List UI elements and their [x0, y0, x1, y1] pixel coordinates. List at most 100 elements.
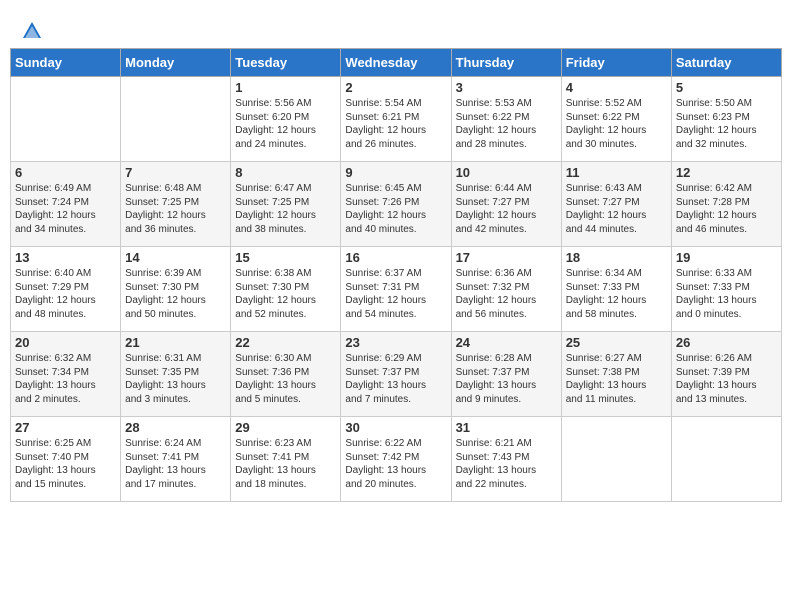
day-info: Sunrise: 6:37 AM Sunset: 7:31 PM Dayligh…: [345, 267, 446, 321]
day-info: Sunrise: 6:21 AM Sunset: 7:43 PM Dayligh…: [456, 437, 557, 491]
day-number: 21: [125, 335, 226, 350]
day-number: 1: [235, 80, 336, 95]
calendar-day-cell: 17Sunrise: 6:36 AM Sunset: 7:32 PM Dayli…: [451, 247, 561, 332]
day-info: Sunrise: 6:25 AM Sunset: 7:40 PM Dayligh…: [15, 437, 116, 491]
calendar-week-row: 20 Sunrise: 6:32 AM Sunset: 7:34 PM Dayli…: [11, 332, 782, 417]
day-info: Sunrise: 6:40 AM Sunset: 7:29 PM Dayligh…: [15, 267, 116, 321]
day-number: 8: [235, 165, 336, 180]
day-number: 28: [125, 420, 226, 435]
day-info: Sunrise: 6:26 AM Sunset: 7:39 PM Dayligh…: [676, 352, 777, 406]
calendar-day-cell: 8 Sunrise: 6:47 AM Sunset: 7:25 PM Daylig…: [231, 162, 341, 247]
day-number: 25: [566, 335, 667, 350]
calendar-day-cell: 15Sunrise: 6:38 AM Sunset: 7:30 PM Dayli…: [231, 247, 341, 332]
day-info: Sunrise: 6:43 AM Sunset: 7:27 PM Dayligh…: [566, 182, 667, 236]
day-number: 12: [676, 165, 777, 180]
calendar-day-cell: 16 Sunrise: 6:37 AM Sunset: 7:31 PM Dayli…: [341, 247, 451, 332]
calendar-day-cell: [11, 77, 121, 162]
day-info: Sunrise: 6:33 AM Sunset: 7:33 PM Dayligh…: [676, 267, 777, 321]
calendar-week-row: 13 Sunrise: 6:40 AM Sunset: 7:29 PM Dayli…: [11, 247, 782, 332]
day-number: 31: [456, 420, 557, 435]
day-info: Sunrise: 6:45 AM Sunset: 7:26 PM Dayligh…: [345, 182, 446, 236]
day-number: 11: [566, 165, 667, 180]
day-number: 26: [676, 335, 777, 350]
day-number: 24: [456, 335, 557, 350]
day-info: Sunrise: 6:23 AM Sunset: 7:41 PM Dayligh…: [235, 437, 336, 491]
calendar-day-cell: [671, 417, 781, 502]
day-number: 9: [345, 165, 446, 180]
day-info: Sunrise: 6:42 AM Sunset: 7:28 PM Dayligh…: [676, 182, 777, 236]
calendar-day-cell: 30Sunrise: 6:22 AM Sunset: 7:42 PM Dayli…: [341, 417, 451, 502]
calendar-day-cell: 29 Sunrise: 6:23 AM Sunset: 7:41 PM Dayli…: [231, 417, 341, 502]
calendar-day-cell: 23 Sunrise: 6:29 AM Sunset: 7:37 PM Dayli…: [341, 332, 451, 417]
day-info: Sunrise: 6:27 AM Sunset: 7:38 PM Dayligh…: [566, 352, 667, 406]
day-info: Sunrise: 6:22 AM Sunset: 7:42 PM Dayligh…: [345, 437, 446, 491]
day-info: Sunrise: 6:31 AM Sunset: 7:35 PM Dayligh…: [125, 352, 226, 406]
logo: [20, 20, 44, 38]
calendar-day-cell: [561, 417, 671, 502]
day-number: 4: [566, 80, 667, 95]
day-info: Sunrise: 6:30 AM Sunset: 7:36 PM Dayligh…: [235, 352, 336, 406]
calendar-day-cell: 25 Sunrise: 6:27 AM Sunset: 7:38 PM Dayli…: [561, 332, 671, 417]
calendar-header-friday: Friday: [561, 49, 671, 77]
day-number: 20: [15, 335, 116, 350]
calendar-day-cell: 5Sunrise: 5:50 AM Sunset: 6:23 PM Daylig…: [671, 77, 781, 162]
day-info: Sunrise: 6:29 AM Sunset: 7:37 PM Dayligh…: [345, 352, 446, 406]
calendar-day-cell: 7 Sunrise: 6:48 AM Sunset: 7:25 PM Daylig…: [121, 162, 231, 247]
calendar-header-saturday: Saturday: [671, 49, 781, 77]
calendar-header-tuesday: Tuesday: [231, 49, 341, 77]
calendar-week-row: 1 Sunrise: 5:56 AM Sunset: 6:20 PM Daylig…: [11, 77, 782, 162]
day-info: Sunrise: 6:47 AM Sunset: 7:25 PM Dayligh…: [235, 182, 336, 236]
calendar-day-cell: 22 Sunrise: 6:30 AM Sunset: 7:36 PM Dayli…: [231, 332, 341, 417]
calendar-day-cell: 19Sunrise: 6:33 AM Sunset: 7:33 PM Dayli…: [671, 247, 781, 332]
calendar-header-thursday: Thursday: [451, 49, 561, 77]
day-info: Sunrise: 6:39 AM Sunset: 7:30 PM Dayligh…: [125, 267, 226, 321]
day-info: Sunrise: 6:36 AM Sunset: 7:32 PM Dayligh…: [456, 267, 557, 321]
day-number: 16: [345, 250, 446, 265]
day-info: Sunrise: 6:48 AM Sunset: 7:25 PM Dayligh…: [125, 182, 226, 236]
day-number: 7: [125, 165, 226, 180]
day-info: Sunrise: 6:28 AM Sunset: 7:37 PM Dayligh…: [456, 352, 557, 406]
day-number: 3: [456, 80, 557, 95]
day-number: 6: [15, 165, 116, 180]
calendar-day-cell: 9 Sunrise: 6:45 AM Sunset: 7:26 PM Daylig…: [341, 162, 451, 247]
day-info: Sunrise: 5:56 AM Sunset: 6:20 PM Dayligh…: [235, 97, 336, 151]
calendar-header-monday: Monday: [121, 49, 231, 77]
calendar-header-wednesday: Wednesday: [341, 49, 451, 77]
calendar-week-row: 27 Sunrise: 6:25 AM Sunset: 7:40 PM Dayli…: [11, 417, 782, 502]
calendar-header-row: SundayMondayTuesdayWednesdayThursdayFrid…: [11, 49, 782, 77]
day-number: 18: [566, 250, 667, 265]
day-number: 10: [456, 165, 557, 180]
logo-icon: [21, 20, 43, 42]
day-number: 27: [15, 420, 116, 435]
calendar-day-cell: 14 Sunrise: 6:39 AM Sunset: 7:30 PM Dayli…: [121, 247, 231, 332]
calendar-day-cell: 10Sunrise: 6:44 AM Sunset: 7:27 PM Dayli…: [451, 162, 561, 247]
calendar-day-cell: 21 Sunrise: 6:31 AM Sunset: 7:35 PM Dayli…: [121, 332, 231, 417]
day-info: Sunrise: 5:54 AM Sunset: 6:21 PM Dayligh…: [345, 97, 446, 151]
calendar-day-cell: 12 Sunrise: 6:42 AM Sunset: 7:28 PM Dayli…: [671, 162, 781, 247]
calendar-day-cell: 24 Sunrise: 6:28 AM Sunset: 7:37 PM Dayli…: [451, 332, 561, 417]
day-number: 14: [125, 250, 226, 265]
day-info: Sunrise: 6:34 AM Sunset: 7:33 PM Dayligh…: [566, 267, 667, 321]
day-number: 13: [15, 250, 116, 265]
day-info: Sunrise: 6:24 AM Sunset: 7:41 PM Dayligh…: [125, 437, 226, 491]
calendar-day-cell: 11 Sunrise: 6:43 AM Sunset: 7:27 PM Dayli…: [561, 162, 671, 247]
calendar-day-cell: 3 Sunrise: 5:53 AM Sunset: 6:22 PM Daylig…: [451, 77, 561, 162]
calendar-day-cell: 1 Sunrise: 5:56 AM Sunset: 6:20 PM Daylig…: [231, 77, 341, 162]
day-info: Sunrise: 6:49 AM Sunset: 7:24 PM Dayligh…: [15, 182, 116, 236]
calendar-day-cell: 18 Sunrise: 6:34 AM Sunset: 7:33 PM Dayli…: [561, 247, 671, 332]
day-info: Sunrise: 5:53 AM Sunset: 6:22 PM Dayligh…: [456, 97, 557, 151]
day-number: 29: [235, 420, 336, 435]
day-number: 22: [235, 335, 336, 350]
calendar-day-cell: 4 Sunrise: 5:52 AM Sunset: 6:22 PM Daylig…: [561, 77, 671, 162]
day-info: Sunrise: 6:38 AM Sunset: 7:30 PM Dayligh…: [235, 267, 336, 321]
day-number: 5: [676, 80, 777, 95]
page-header: [10, 10, 782, 43]
calendar-day-cell: 27 Sunrise: 6:25 AM Sunset: 7:40 PM Dayli…: [11, 417, 121, 502]
day-number: 23: [345, 335, 446, 350]
calendar-day-cell: 26 Sunrise: 6:26 AM Sunset: 7:39 PM Dayli…: [671, 332, 781, 417]
day-info: Sunrise: 6:32 AM Sunset: 7:34 PM Dayligh…: [15, 352, 116, 406]
calendar-table: SundayMondayTuesdayWednesdayThursdayFrid…: [10, 48, 782, 502]
calendar-day-cell: 13 Sunrise: 6:40 AM Sunset: 7:29 PM Dayli…: [11, 247, 121, 332]
calendar-day-cell: 2Sunrise: 5:54 AM Sunset: 6:21 PM Daylig…: [341, 77, 451, 162]
day-info: Sunrise: 5:52 AM Sunset: 6:22 PM Dayligh…: [566, 97, 667, 151]
